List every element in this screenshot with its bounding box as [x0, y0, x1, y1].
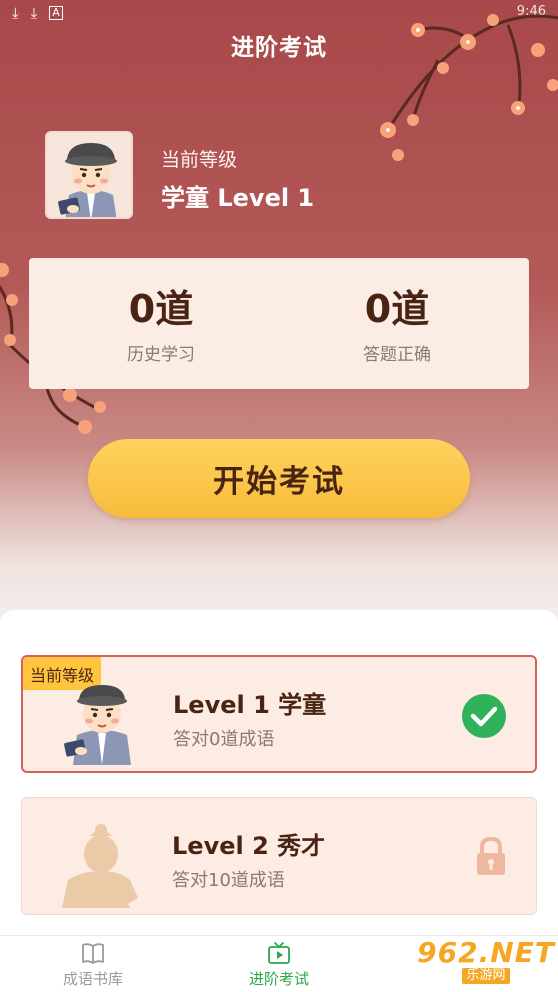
scholar-figure-icon: [64, 685, 131, 765]
hero-section: ⤓ ⤓ A 9:46 进阶考试 当前等级 学童 Level 1 0道 历史学习 …: [0, 0, 558, 640]
lock-icon: [477, 836, 505, 875]
current-level-label: 当前等级: [161, 149, 238, 171]
tv-play-icon: [268, 942, 290, 964]
book-icon: [82, 943, 104, 964]
stat-correct-value: 0道: [364, 287, 430, 331]
site-watermark: 962.NET 乐游网: [417, 936, 555, 986]
stat-history-value: 0道: [128, 287, 194, 331]
page-title: 进阶考试: [231, 35, 327, 61]
a-icon: A: [49, 6, 63, 20]
download-icon: ⤓: [12, 4, 19, 22]
stats-card: 0道 历史学习 0道 答题正确: [29, 258, 529, 389]
nav-item-exam[interactable]: 进阶考试: [219, 940, 339, 989]
level-card-current[interactable]: 当前等级 Level 1 学童 答对0道成语: [21, 655, 537, 773]
nav-label-library: 成语书库: [62, 970, 123, 988]
status-bar-icons: ⤓ ⤓ A: [12, 4, 63, 22]
stat-correct-label: 答题正确: [363, 345, 431, 365]
stat-history: 0道 历史学习: [61, 286, 261, 365]
level-card-locked[interactable]: Level 2 秀才 答对10道成语: [21, 797, 537, 915]
download-icon: ⤓: [30, 4, 38, 22]
watermark-sub: 乐游网: [462, 968, 510, 984]
level-2-title: Level 2 秀才: [172, 832, 326, 860]
bottom-nav: 成语书库 进阶考试 962.NET 乐游网: [0, 935, 558, 992]
level-1-requirement: 答对0道成语: [173, 729, 275, 750]
scholar-avatar-icon: [58, 143, 117, 217]
stat-correct: 0道 答题正确: [297, 286, 497, 365]
nav-item-library[interactable]: 成语书库: [33, 940, 153, 989]
start-exam-button[interactable]: 开始考试: [88, 439, 470, 518]
current-level-value: 学童 Level 1: [161, 184, 315, 212]
watermark-main: 962.NET: [417, 936, 555, 969]
scholar-silhouette-icon: [62, 824, 138, 908]
level-1-title: Level 1 学童: [173, 691, 327, 719]
avatar: [45, 131, 133, 219]
check-circle-icon: [462, 694, 506, 738]
level-2-requirement: 答对10道成语: [172, 870, 285, 891]
nav-label-exam: 进阶考试: [248, 970, 309, 988]
stat-history-label: 历史学习: [127, 345, 195, 365]
